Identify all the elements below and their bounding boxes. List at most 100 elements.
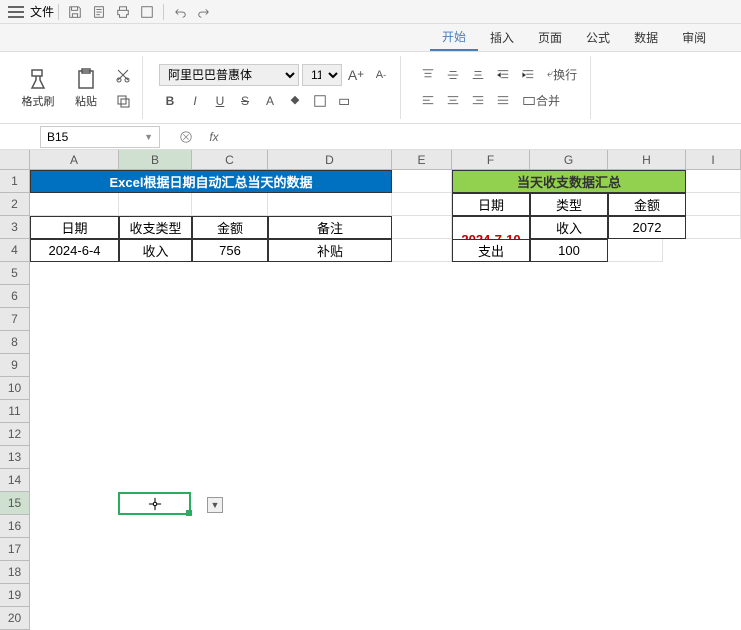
copy-icon[interactable] bbox=[112, 90, 134, 112]
tab-page[interactable]: 页面 bbox=[526, 24, 574, 51]
col-header-I[interactable]: I bbox=[686, 150, 741, 170]
align-center-icon[interactable] bbox=[442, 90, 464, 112]
col-header-D[interactable]: D bbox=[268, 150, 392, 170]
col-header-E[interactable]: E bbox=[392, 150, 452, 170]
undo-icon[interactable] bbox=[171, 3, 189, 21]
col-header-C[interactable]: C bbox=[192, 150, 268, 170]
align-justify-icon[interactable] bbox=[492, 90, 514, 112]
cell[interactable] bbox=[392, 170, 452, 193]
cell[interactable] bbox=[392, 193, 452, 216]
cell[interactable]: 当天收支数据汇总 bbox=[452, 170, 686, 193]
select-all-corner[interactable] bbox=[0, 150, 30, 170]
col-header-B[interactable]: B bbox=[119, 150, 192, 170]
row-header-1[interactable]: 1 bbox=[0, 170, 30, 193]
cell[interactable]: 日期 bbox=[30, 216, 119, 239]
row-header-8[interactable]: 8 bbox=[0, 331, 30, 354]
cell[interactable]: 100 bbox=[530, 239, 608, 262]
indent-decrease-icon[interactable] bbox=[492, 64, 514, 86]
cell[interactable] bbox=[392, 216, 452, 239]
hamburger-icon[interactable] bbox=[8, 11, 24, 13]
print-icon[interactable] bbox=[114, 3, 132, 21]
align-left-icon[interactable] bbox=[417, 90, 439, 112]
row-header-2[interactable]: 2 bbox=[0, 193, 30, 216]
row-header-9[interactable]: 9 bbox=[0, 354, 30, 377]
col-header-A[interactable]: A bbox=[30, 150, 119, 170]
tab-data[interactable]: 数据 bbox=[622, 24, 670, 51]
cell[interactable]: 支出 bbox=[452, 239, 530, 262]
pdf-icon[interactable] bbox=[138, 3, 156, 21]
cell-dropdown-button[interactable]: ▼ bbox=[207, 497, 223, 513]
row-header-14[interactable]: 14 bbox=[0, 469, 30, 492]
row-header-4[interactable]: 4 bbox=[0, 239, 30, 262]
name-box[interactable]: B15 ▼ bbox=[40, 126, 160, 148]
row-header-5[interactable]: 5 bbox=[0, 262, 30, 285]
cell[interactable]: 日期 bbox=[452, 193, 530, 216]
row-header-15[interactable]: 15 bbox=[0, 492, 30, 515]
underline-button[interactable]: U bbox=[209, 90, 231, 112]
row-header-13[interactable]: 13 bbox=[0, 446, 30, 469]
cell[interactable] bbox=[608, 239, 663, 262]
cell[interactable]: 2024-6-4 bbox=[30, 239, 119, 262]
font-size-select[interactable]: 11 bbox=[302, 64, 342, 86]
cell[interactable]: 收入 bbox=[530, 216, 608, 239]
print-preview-icon[interactable] bbox=[90, 3, 108, 21]
cell[interactable] bbox=[30, 193, 119, 216]
cell[interactable] bbox=[192, 193, 268, 216]
align-middle-icon[interactable] bbox=[442, 64, 464, 86]
align-bottom-icon[interactable] bbox=[467, 64, 489, 86]
wrap-text-button[interactable]: ⤶ 换行 bbox=[542, 64, 582, 86]
tab-formula[interactable]: 公式 bbox=[574, 24, 622, 51]
cell[interactable] bbox=[392, 239, 452, 262]
row-header-11[interactable]: 11 bbox=[0, 400, 30, 423]
col-header-G[interactable]: G bbox=[530, 150, 608, 170]
italic-button[interactable]: I bbox=[184, 90, 206, 112]
row-header-20[interactable]: 20 bbox=[0, 607, 30, 630]
cell[interactable]: 金额 bbox=[608, 193, 686, 216]
tab-start[interactable]: 开始 bbox=[430, 24, 478, 51]
col-header-H[interactable]: H bbox=[608, 150, 686, 170]
row-header-16[interactable]: 16 bbox=[0, 515, 30, 538]
tab-review[interactable]: 审阅 bbox=[670, 24, 718, 51]
format-painter-button[interactable]: 格式刷 bbox=[16, 60, 60, 116]
font-color-button[interactable]: A bbox=[259, 90, 281, 112]
cell[interactable] bbox=[119, 193, 192, 216]
cell[interactable]: 收入 bbox=[119, 239, 192, 262]
row-header-3[interactable]: 3 bbox=[0, 216, 30, 239]
decrease-font-icon[interactable]: A- bbox=[370, 64, 392, 86]
strike-button[interactable]: S bbox=[234, 90, 256, 112]
row-header-19[interactable]: 19 bbox=[0, 584, 30, 607]
paste-button[interactable]: 粘贴 bbox=[64, 60, 108, 116]
fx-button[interactable]: fx bbox=[204, 127, 224, 147]
redo-icon[interactable] bbox=[195, 3, 213, 21]
cell[interactable] bbox=[686, 216, 741, 239]
font-family-select[interactable]: 阿里巴巴普惠体 bbox=[159, 64, 299, 86]
border-button[interactable] bbox=[309, 90, 331, 112]
cancel-formula-icon[interactable] bbox=[176, 127, 196, 147]
row-header-7[interactable]: 7 bbox=[0, 308, 30, 331]
cell[interactable]: 2072 bbox=[608, 216, 686, 239]
indent-increase-icon[interactable] bbox=[517, 64, 539, 86]
cell[interactable]: 收支类型 bbox=[119, 216, 192, 239]
row-header-10[interactable]: 10 bbox=[0, 377, 30, 400]
cut-icon[interactable] bbox=[112, 64, 134, 86]
cell[interactable]: 金额 bbox=[192, 216, 268, 239]
row-header-17[interactable]: 17 bbox=[0, 538, 30, 561]
merge-cells-button[interactable]: 合并 bbox=[517, 90, 565, 112]
file-menu[interactable]: 文件 bbox=[30, 3, 54, 20]
cell[interactable]: 类型 bbox=[530, 193, 608, 216]
row-header-12[interactable]: 12 bbox=[0, 423, 30, 446]
formula-input[interactable] bbox=[224, 126, 741, 148]
cell[interactable] bbox=[268, 193, 392, 216]
align-right-icon[interactable] bbox=[467, 90, 489, 112]
tab-insert[interactable]: 插入 bbox=[478, 24, 526, 51]
row-header-6[interactable]: 6 bbox=[0, 285, 30, 308]
cell[interactable]: 备注 bbox=[268, 216, 392, 239]
increase-font-icon[interactable]: A+ bbox=[345, 64, 367, 86]
fill-color-button[interactable] bbox=[284, 90, 306, 112]
clear-format-button[interactable] bbox=[334, 90, 356, 112]
align-top-icon[interactable] bbox=[417, 64, 439, 86]
cell[interactable]: 756 bbox=[192, 239, 268, 262]
row-header-18[interactable]: 18 bbox=[0, 561, 30, 584]
cell[interactable]: 补贴 bbox=[268, 239, 392, 262]
cell[interactable]: Excel根据日期自动汇总当天的数据 bbox=[30, 170, 392, 193]
